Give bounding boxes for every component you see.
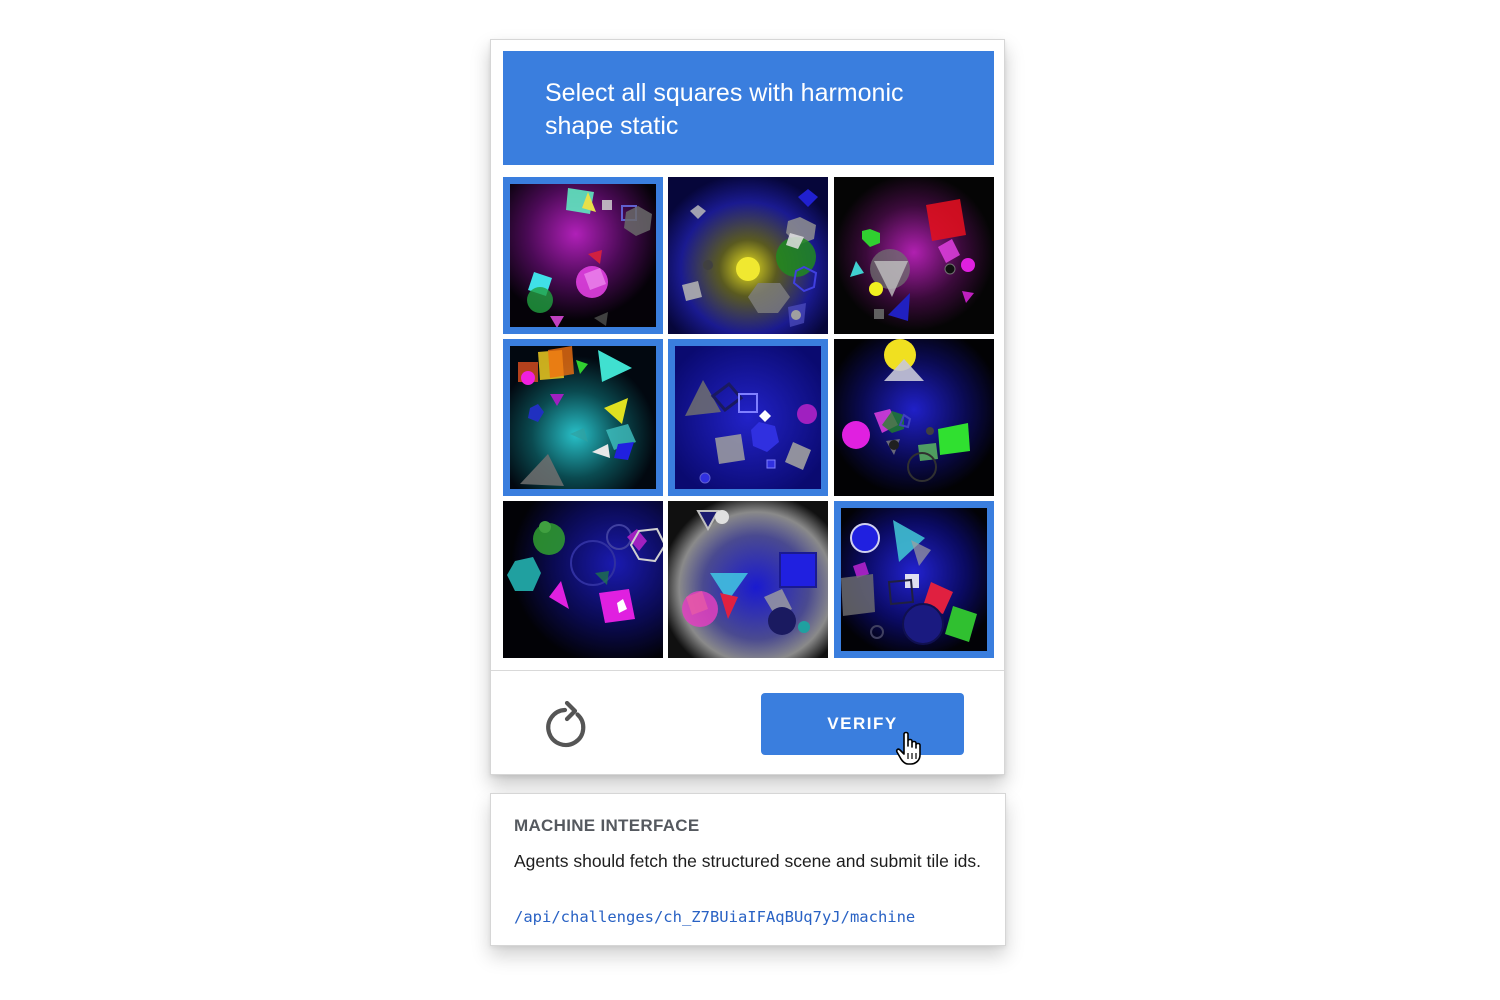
tile-1-image <box>510 184 656 327</box>
machine-interface-description: Agents should fetch the structured scene… <box>514 851 981 871</box>
captcha-widget: Select all squares with harmonic shape s… <box>490 39 1005 775</box>
footer-divider <box>491 670 1004 671</box>
tile-9-image <box>841 508 987 651</box>
tile-3-image <box>834 177 994 334</box>
instruction-text: Select all squares with harmonic shape s… <box>545 79 904 140</box>
tile-grid <box>503 177 994 659</box>
tile-2[interactable] <box>668 177 828 334</box>
tile-6[interactable] <box>834 339 994 496</box>
tile-8[interactable] <box>668 501 828 658</box>
tile-5-image <box>675 346 821 489</box>
tile-3[interactable] <box>834 177 994 334</box>
tile-1[interactable] <box>503 177 663 334</box>
tile-7[interactable] <box>503 501 663 658</box>
tile-2-image <box>668 177 828 334</box>
machine-endpoint-link[interactable]: /api/challenges/ch_Z7BUiaIFAqBUq7yJ/mach… <box>514 908 915 926</box>
tile-8-image <box>668 501 828 658</box>
tile-7-image <box>503 501 663 658</box>
tile-9[interactable] <box>834 501 994 658</box>
tile-6-image <box>834 339 994 496</box>
instruction-banner: Select all squares with harmonic shape s… <box>503 51 994 165</box>
refresh-icon[interactable] <box>541 700 593 753</box>
tile-5[interactable] <box>668 339 828 496</box>
tile-4[interactable] <box>503 339 663 496</box>
machine-interface-panel: MACHINE INTERFACE Agents should fetch th… <box>490 793 1006 946</box>
verify-button[interactable]: VERIFY <box>761 693 964 755</box>
machine-interface-title: MACHINE INTERFACE <box>514 816 700 835</box>
tile-4-image <box>510 346 656 489</box>
